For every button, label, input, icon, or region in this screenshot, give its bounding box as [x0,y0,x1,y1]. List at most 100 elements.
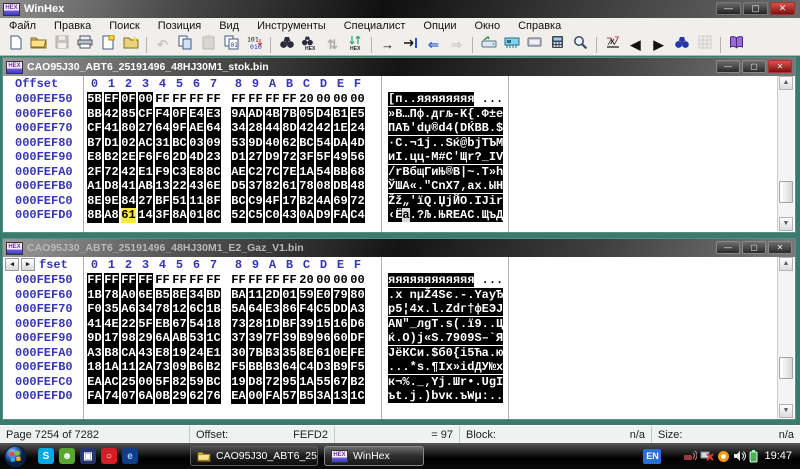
hex-byte[interactable]: 0A [299,208,314,223]
text-char[interactable]: ц [417,150,424,164]
hex-byte[interactable]: 48 [350,179,365,194]
hex-byte[interactable]: 37 [248,179,263,194]
usb-device-icon[interactable] [683,450,697,462]
text-char[interactable]: І [496,375,503,389]
hex-byte[interactable]: A3 [87,346,102,361]
minimize-button[interactable]: — [716,2,741,15]
hex-byte[interactable]: FF [231,273,246,288]
text-char[interactable]: s [446,317,453,331]
hex-byte[interactable]: 29 [138,331,153,346]
hex-byte[interactable]: 73 [155,360,170,375]
text-char[interactable]: . [410,92,417,106]
ram-editor-button[interactable] [501,35,522,54]
text-char[interactable]: Э [489,302,496,316]
hex-byte[interactable]: 00 [350,273,365,288]
hex-byte[interactable]: BF [155,194,170,209]
hex-byte[interactable]: 4D [189,150,204,165]
hex-byte[interactable]: 12 [172,302,187,317]
text-char[interactable]: В [453,165,460,179]
text-char[interactable]: { [453,346,460,360]
text-char[interactable]: v [438,389,445,403]
text-char[interactable]: . [417,389,424,403]
scroll-up-arrow[interactable]: ▲ [779,76,793,90]
hex-byte[interactable]: 62 [282,136,297,151]
menu-item-Специалист[interactable]: Специалист [335,20,415,32]
hex-byte[interactable]: F4 [155,107,170,122]
hex-byte[interactable]: 1B [206,302,221,317]
hex-byte[interactable]: EB [155,317,170,332]
text-char[interactable]: я [410,273,417,287]
hex-byte[interactable]: 1A [104,360,119,375]
backup-manager-button[interactable] [120,35,141,54]
hex-byte[interactable]: 73 [231,317,246,332]
calculator-button[interactable] [547,35,568,54]
external-tools-button[interactable] [524,35,545,54]
hex-byte[interactable]: F5 [350,360,365,375]
next-position-button[interactable]: ▶ [648,35,669,54]
hex-byte[interactable]: B7 [87,136,102,151]
skype-icon[interactable]: S [38,448,54,464]
text-char[interactable]: ј [446,194,453,208]
scroll-right-button[interactable]: ▶ [21,258,35,271]
text-char[interactable]: x [474,179,481,193]
text-char[interactable]: Д [496,208,503,222]
hex-byte[interactable]: 76 [206,389,221,404]
text-char[interactable]: _ [410,317,417,331]
text-char[interactable]: # [438,150,445,164]
hex-byte[interactable]: 18 [87,360,102,375]
hex-byte[interactable]: BB [87,107,102,122]
hex-byte[interactable]: 43 [189,179,204,194]
text-char[interactable]: ц [410,150,417,164]
text-char[interactable]: . [474,208,481,222]
text-char[interactable]: К [402,346,409,360]
text-char[interactable]: ( [453,121,460,135]
hex-byte[interactable]: 9D [87,331,102,346]
clock[interactable]: 19:47 [764,450,792,462]
text-char[interactable]: % [402,375,409,389]
hex-byte[interactable]: B2 [206,360,221,375]
hex-byte[interactable]: 39 [248,331,263,346]
hex-byte[interactable]: 54 [316,165,331,180]
child-minimize-button[interactable]: — [716,60,740,73]
network-disconnected-icon[interactable] [700,450,714,462]
scroll-down-arrow[interactable]: ▼ [779,404,793,418]
hex-byte[interactable]: BC [172,136,187,151]
hex-byte[interactable]: 3F [155,208,170,223]
text-char[interactable]: ® [446,165,453,179]
hex-byte[interactable]: 8E [87,194,102,209]
hex-byte[interactable]: 39 [282,331,297,346]
hex-byte[interactable]: 11 [189,194,204,209]
text-char[interactable]: Ф [482,107,489,121]
hex-byte[interactable]: 7B [282,107,297,122]
hex-byte[interactable]: 22 [172,179,187,194]
hex-byte[interactable]: DF [350,331,365,346]
hex-byte[interactable]: FF [248,92,263,107]
hex-byte[interactable]: 03 [189,136,204,151]
hex-byte[interactable]: C3 [172,165,187,180]
text-char[interactable]: . [482,179,489,193]
text-char[interactable]: V [496,150,503,164]
hex-byte[interactable]: A1 [87,179,102,194]
text-char[interactable]: . [489,121,496,135]
menu-item-Правка[interactable]: Правка [45,20,100,32]
hex-byte[interactable]: 9D [248,136,263,151]
hex-byte[interactable]: 64 [248,302,263,317]
hex-byte[interactable]: 78 [104,288,119,303]
hex-byte[interactable]: FA [333,208,348,223]
text-char[interactable]: . [453,288,460,302]
hex-byte[interactable]: B9 [333,360,348,375]
text-char[interactable]: j [417,331,424,345]
hex-byte[interactable]: AD [248,107,263,122]
text-char[interactable]: ј [438,375,445,389]
hex-byte[interactable]: 67 [172,317,187,332]
hex-byte[interactable]: 59 [189,375,204,390]
text-char[interactable]: љ [446,107,453,121]
hex-byte[interactable]: 53 [189,331,204,346]
hex-byte[interactable]: 82 [172,375,187,390]
hex-byte[interactable]: 3A [316,389,331,404]
text-char[interactable]: . [474,107,481,121]
hex-byte[interactable]: 34 [189,288,204,303]
hex-byte[interactable]: C0 [265,208,280,223]
text-char[interactable]: є [446,288,453,302]
scrollbar-thumb[interactable] [779,181,793,203]
